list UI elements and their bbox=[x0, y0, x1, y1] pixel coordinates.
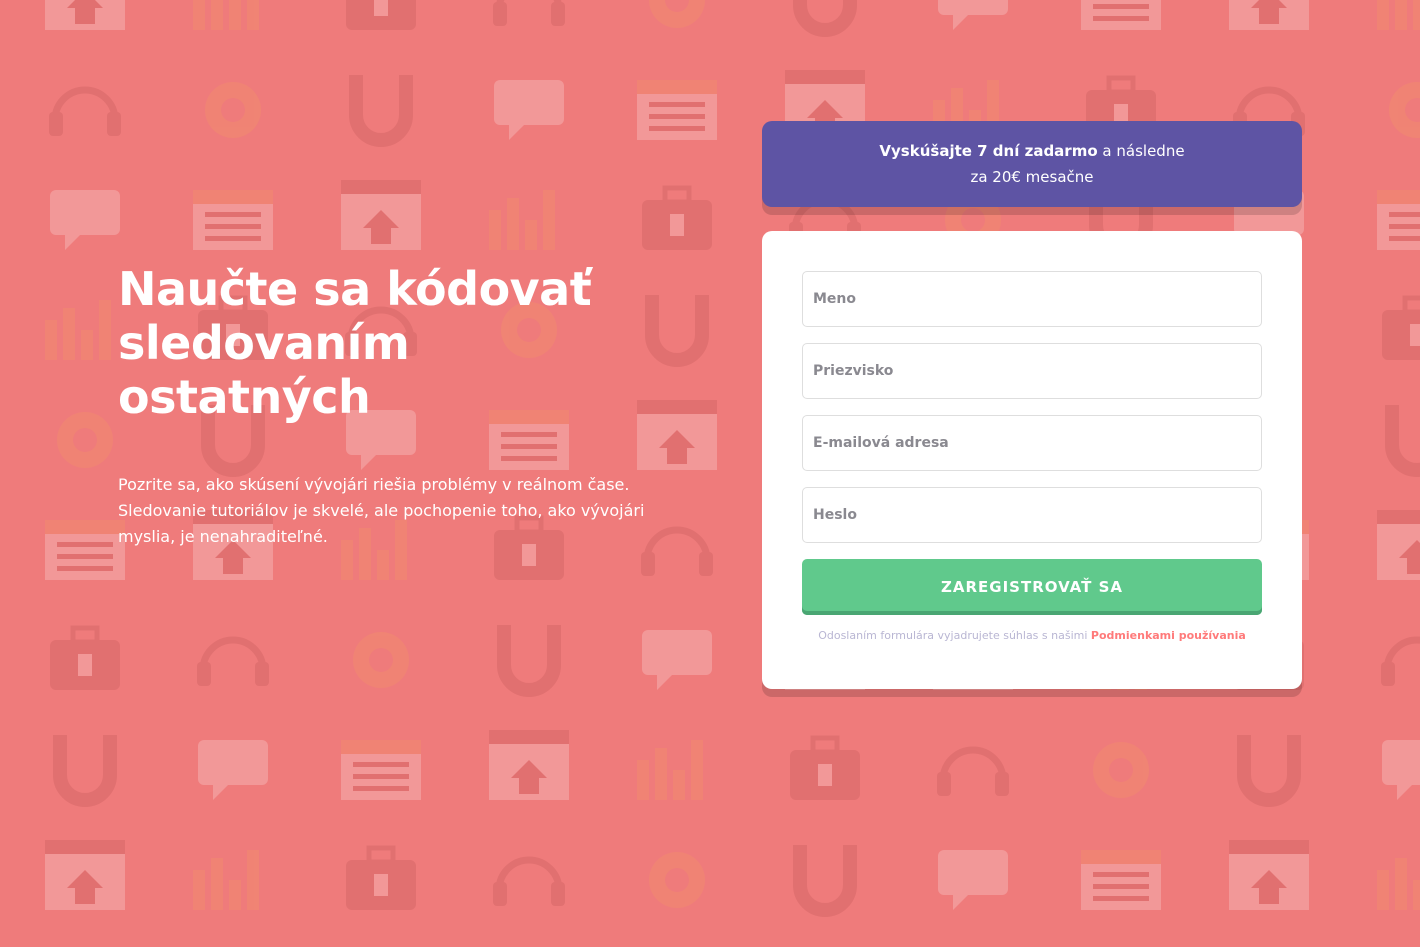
background-tile-icon bbox=[793, 845, 857, 917]
email-input[interactable] bbox=[813, 435, 1261, 451]
background-tile-icon bbox=[341, 740, 421, 800]
background-tile-icon bbox=[497, 625, 561, 697]
background-tile-icon bbox=[642, 630, 712, 690]
password-input[interactable] bbox=[813, 507, 1261, 523]
terms-link[interactable]: Podmienkami používania bbox=[1091, 629, 1246, 642]
background-tile-icon bbox=[938, 0, 1008, 30]
background-tile-icon bbox=[489, 190, 555, 250]
promo-bold-text: Vyskúšajte 7 dní zadarmo bbox=[879, 142, 1098, 160]
background-tile-icon bbox=[193, 190, 273, 250]
background-tile-icon bbox=[790, 735, 860, 800]
first-name-input[interactable] bbox=[813, 291, 1261, 307]
background-tile-icon bbox=[198, 740, 268, 800]
promo-text: Vyskúšajte 7 dní zadarmo a následne za 2… bbox=[879, 138, 1184, 190]
last-name-field-wrapper bbox=[802, 343, 1262, 399]
background-tile-icon bbox=[1389, 82, 1420, 138]
background-tile-icon bbox=[193, 0, 259, 30]
background-tile-icon bbox=[793, 0, 857, 37]
background-tile-icon bbox=[637, 80, 717, 140]
background-tile-icon bbox=[50, 190, 120, 250]
last-name-input[interactable] bbox=[813, 363, 1261, 379]
background-tile-icon bbox=[1081, 850, 1161, 910]
background-tile-icon bbox=[205, 82, 261, 138]
background-tile-icon bbox=[1377, 510, 1420, 580]
trial-promo-banner: Vyskúšajte 7 dní zadarmo a následne za 2… bbox=[762, 121, 1302, 207]
background-tile-icon bbox=[649, 852, 705, 908]
background-tile-icon bbox=[45, 300, 111, 360]
background-tile-icon bbox=[353, 632, 409, 688]
background-tile-icon bbox=[45, 840, 125, 910]
email-field-wrapper bbox=[802, 415, 1262, 471]
background-tile-icon bbox=[193, 850, 259, 910]
terms-text: Odoslaním formulára vyjadrujete súhlas s… bbox=[818, 629, 1088, 642]
background-tile-icon bbox=[645, 295, 709, 367]
background-tile-icon bbox=[1237, 735, 1301, 807]
background-tile-icon bbox=[493, 0, 565, 26]
background-tile-icon bbox=[49, 86, 121, 136]
background-tile-icon bbox=[341, 180, 421, 250]
terms-notice: Odoslaním formulára vyjadrujete súhlas s… bbox=[802, 629, 1262, 642]
promo-rest-text: a následne bbox=[1102, 142, 1185, 160]
background-tile-icon bbox=[1377, 858, 1420, 910]
background-tile-icon bbox=[1229, 840, 1309, 910]
background-tile-icon bbox=[494, 80, 564, 140]
background-tile-icon bbox=[349, 75, 413, 147]
background-tile-icon bbox=[1382, 295, 1420, 360]
background-tile-icon bbox=[489, 730, 569, 800]
background-tile-icon bbox=[346, 0, 416, 30]
background-tile-icon bbox=[1093, 742, 1149, 798]
hero-description: Pozrite sa, ako skúsení vývojári riešia … bbox=[118, 475, 645, 546]
background-tile-icon bbox=[1382, 740, 1420, 800]
background-tile-icon bbox=[1377, 0, 1420, 30]
background-tile-icon bbox=[1381, 636, 1420, 686]
background-tile-icon bbox=[637, 740, 703, 800]
background-tile-icon bbox=[493, 856, 565, 906]
background-tile-icon bbox=[57, 412, 113, 468]
background-tile-icon bbox=[649, 0, 705, 28]
promo-price-text: za 20€ mesačne bbox=[970, 168, 1094, 186]
background-tile-icon bbox=[45, 0, 125, 30]
background-tile-icon bbox=[346, 845, 416, 910]
password-field-wrapper bbox=[802, 487, 1262, 543]
background-tile-icon bbox=[1081, 0, 1161, 30]
hero-section: Naučte sa kódovať sledovaním ostatných P… bbox=[118, 262, 658, 550]
background-tile-icon bbox=[53, 735, 117, 807]
background-tile-icon bbox=[197, 636, 269, 686]
background-tile-icon bbox=[642, 185, 712, 250]
background-tile-icon bbox=[50, 625, 120, 690]
background-tile-icon bbox=[1377, 190, 1420, 250]
register-button[interactable]: ZAREGISTROVAŤ SA bbox=[802, 559, 1262, 615]
background-tile-icon bbox=[937, 746, 1009, 796]
background-tile-icon bbox=[1229, 0, 1309, 30]
signup-form: ZAREGISTROVAŤ SA Odoslaním formulára vyj… bbox=[762, 231, 1302, 689]
hero-title: Naučte sa kódovať sledovaním ostatných bbox=[118, 262, 592, 424]
background-tile-icon bbox=[1385, 405, 1420, 477]
background-tile-icon bbox=[45, 520, 125, 580]
background-tile-icon bbox=[938, 850, 1008, 910]
first-name-field-wrapper bbox=[802, 271, 1262, 327]
